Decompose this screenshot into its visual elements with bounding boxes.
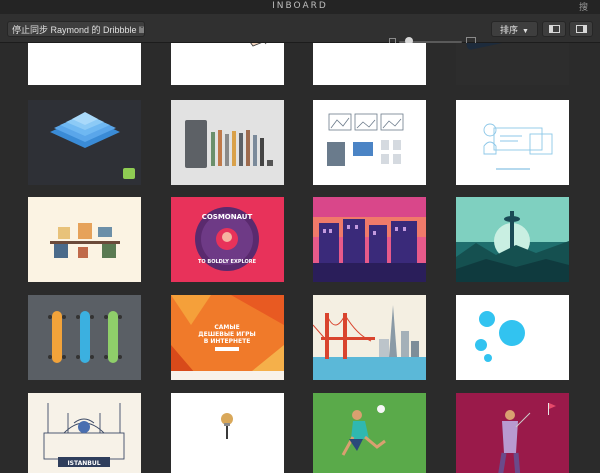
shot-thumbnail[interactable] xyxy=(171,100,284,185)
shot-thumbnail[interactable]: 13:42 xyxy=(456,43,569,85)
toggle-right-sidebar-button[interactable] xyxy=(569,21,593,37)
shot-thumbnail[interactable] xyxy=(313,295,426,380)
shot-thumbnail[interactable] xyxy=(456,393,569,473)
shot-label: ISTANBUL xyxy=(67,460,100,467)
badge-text-bottom: TO BOLDLY EXPLORE xyxy=(198,259,257,265)
toggle-left-sidebar-button[interactable] xyxy=(542,21,566,37)
svg-text:САМЫЕ: САМЫЕ xyxy=(214,324,239,331)
shot-thumbnail[interactable] xyxy=(171,393,284,473)
shot-thumbnail[interactable]: САМЫЕ ДЕШЕВЫЕ ИГРЫ В ИНТЕРНЕТЕ xyxy=(171,295,284,380)
shot-thumbnail[interactable] xyxy=(313,43,426,85)
svg-text:В ИНТЕРНЕТЕ: В ИНТЕРНЕТЕ xyxy=(204,338,251,345)
shots-grid: 13:42 COSMONAUT TO BOLDLY EXPLORE САМЫЕДЕ… xyxy=(0,43,600,473)
svg-text:ДЕШЕВЫЕ ИГРЫ: ДЕШЕВЫЕ ИГРЫ xyxy=(198,331,255,338)
shot-thumbnail[interactable] xyxy=(28,295,141,380)
search-icon[interactable]: 搜 xyxy=(579,0,588,13)
sidebar-left-icon xyxy=(549,25,560,33)
sidebar-right-icon xyxy=(576,25,587,33)
shot-thumbnail[interactable] xyxy=(28,43,141,85)
shot-thumbnail[interactable] xyxy=(171,43,284,85)
shot-thumbnail[interactable] xyxy=(313,393,426,473)
shot-thumbnail[interactable] xyxy=(313,100,426,185)
shot-thumbnail[interactable] xyxy=(456,295,569,380)
sort-label: 排序 xyxy=(500,25,519,35)
toolbar: 停止同步 Raymond 的 Dribbble likes 排序 ▼ xyxy=(0,14,600,46)
badge-text-top: COSMONAUT xyxy=(202,213,253,221)
shot-thumbnail[interactable]: COSMONAUT TO BOLDLY EXPLORE xyxy=(171,197,284,282)
shot-thumbnail[interactable]: ISTANBUL xyxy=(28,393,141,473)
shot-thumbnail[interactable] xyxy=(456,197,569,282)
sort-button[interactable]: 排序 ▼ xyxy=(491,21,538,37)
shot-thumbnail[interactable] xyxy=(28,100,141,185)
shot-thumbnail[interactable] xyxy=(313,197,426,282)
stop-sync-button[interactable]: 停止同步 Raymond 的 Dribbble likes xyxy=(7,21,145,37)
shot-thumbnail[interactable] xyxy=(28,197,141,282)
app-title: INBOARD xyxy=(272,1,328,11)
chevron-down-icon: ▼ xyxy=(522,28,529,35)
shot-thumbnail[interactable] xyxy=(456,100,569,185)
title-bar: INBOARD 搜 xyxy=(0,0,600,14)
